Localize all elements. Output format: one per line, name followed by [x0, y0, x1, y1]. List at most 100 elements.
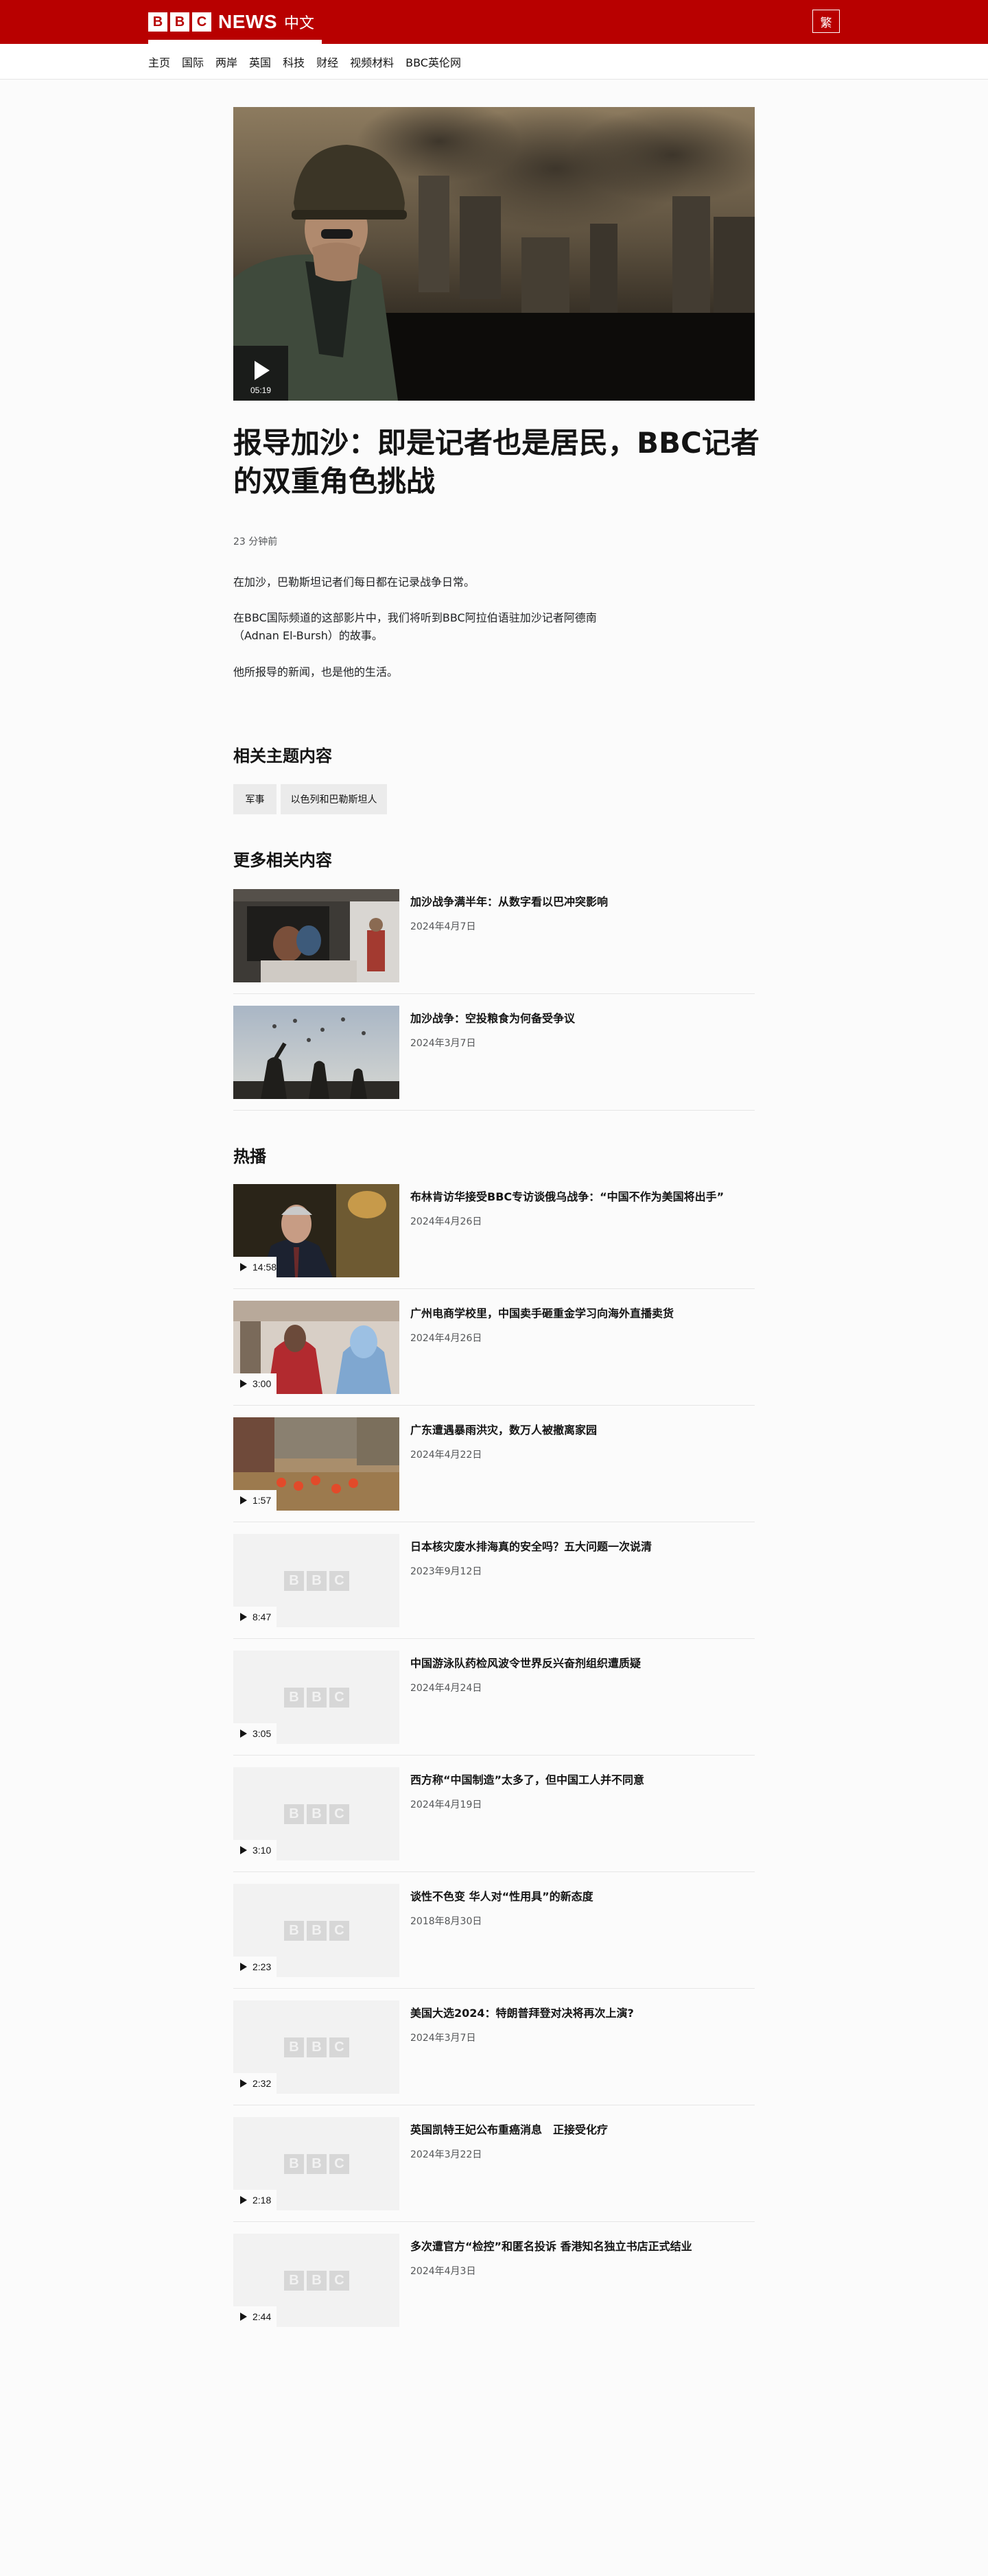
article-paragraph: 在BBC国际频道的这部影片中，我们将听到BBC阿拉伯语驻加沙记者阿德南（Adna…	[233, 611, 597, 642]
popular-video-card[interactable]: BBC 2:32 美国大选2024：特朗普拜登对决将再次上演? 2024年3月7…	[233, 2000, 755, 2105]
popular-video-card[interactable]: BBC 2:18 英国凯特王妃公布重癌消息 正接受化疗 2024年3月22日	[233, 2117, 755, 2222]
video-title[interactable]: 中国游泳队药检风波令世界反兴奋剂组织遭质疑	[410, 1656, 753, 1671]
video-duration-badge: 3:05	[233, 1723, 277, 1744]
nav-item-cross-strait[interactable]: 两岸	[215, 54, 237, 70]
video-title[interactable]: 多次遭官方“检控”和匿名投诉 香港知名独立书店正式结业	[410, 2239, 753, 2254]
video-title[interactable]: 谈性不色变 华人对“性用具”的新态度	[410, 1889, 753, 1904]
play-icon	[240, 1729, 247, 1738]
video-date: 2024年3月22日	[410, 2149, 482, 2160]
video-thumbnail-placeholder: BBC 2:44	[233, 2234, 399, 2327]
play-icon	[240, 1963, 247, 1971]
card-divider	[233, 1110, 755, 1111]
video-date: 2024年4月26日	[410, 1333, 482, 1344]
nav-list: 主页 国际 两岸 英国 科技 财经 视频材料 BBC英伦网	[148, 44, 461, 80]
popular-video-card[interactable]: BBC 2:44 多次遭官方“检控”和匿名投诉 香港知名独立书店正式结业 202…	[233, 2234, 755, 2330]
topic-tag-israel-palestine[interactable]: 以色列和巴勒斯坦人	[281, 784, 387, 814]
video-duration-badge: 3:10	[233, 1840, 277, 1860]
article-paragraph: 他所报导的新闻，也是他的生活。	[233, 665, 399, 678]
play-icon	[240, 2313, 247, 2321]
video-title[interactable]: 美国大选2024：特朗普拜登对决将再次上演?	[410, 2006, 753, 2021]
bbc-placeholder-logo: BBC	[284, 1804, 349, 1824]
bbc-placeholder-logo: BBC	[284, 1571, 349, 1591]
card-divider	[233, 1405, 755, 1406]
hero-play-button[interactable]: 05:19	[233, 346, 288, 401]
story-title[interactable]: 加沙战争：空投粮食为何备受争议	[410, 1011, 753, 1026]
article-timestamp: 23 分钟前	[233, 536, 278, 547]
play-icon	[240, 1613, 247, 1621]
play-icon	[240, 1496, 247, 1504]
related-story-card[interactable]: 加沙战争满半年：从数字看以巴冲突影响 2024年4月7日	[233, 889, 755, 994]
video-title[interactable]: 西方称“中国制造”太多了，但中国工人并不同意	[410, 1773, 753, 1788]
bbc-blocks: B B C	[148, 12, 211, 32]
related-story-card[interactable]: 加沙战争：空投粮食为何备受争议 2024年3月7日	[233, 1006, 755, 1111]
bbc-placeholder-logo: BBC	[284, 2154, 349, 2174]
nav-item-uk[interactable]: 英国	[249, 54, 271, 70]
popular-video-card[interactable]: 1:57 广东遭遇暴雨洪灾，数万人被撤离家园 2024年4月22日	[233, 1417, 755, 1522]
story-date: 2024年3月7日	[410, 1038, 476, 1049]
nav-item-technology[interactable]: 科技	[283, 54, 305, 70]
bbc-placeholder-logo: BBC	[284, 2037, 349, 2057]
bbc-placeholder-logo: BBC	[284, 1688, 349, 1708]
navigation-bar: 主页 国际 两岸 英国 科技 财经 视频材料 BBC英伦网	[0, 44, 988, 80]
popular-video-card[interactable]: BBC 3:10 西方称“中国制造”太多了，但中国工人并不同意 2024年4月1…	[233, 1767, 755, 1872]
nav-item-video[interactable]: 视频材料	[350, 54, 394, 70]
video-title[interactable]: 广东遭遇暴雨洪灾，数万人被撤离家园	[410, 1423, 753, 1438]
card-divider	[233, 1288, 755, 1289]
card-divider	[233, 1988, 755, 1989]
topic-tag-military[interactable]: 军事	[233, 784, 277, 814]
logo-block-b1: B	[148, 12, 167, 32]
video-thumbnail: 1:57	[233, 1417, 399, 1511]
video-date: 2024年3月7日	[410, 2033, 476, 2044]
video-thumbnail: 3:00	[233, 1301, 399, 1394]
video-title[interactable]: 广州电商学校里，中国卖手砸重金学习向海外直播卖货	[410, 1306, 753, 1321]
nav-item-home[interactable]: 主页	[148, 54, 170, 70]
video-thumbnail-placeholder: BBC 3:10	[233, 1767, 399, 1860]
popular-video-card[interactable]: 14:58 布林肯访华接受BBC专访谈俄乌战争：“中国不作为美国将出手” 202…	[233, 1184, 755, 1289]
card-divider	[233, 1755, 755, 1756]
card-divider	[233, 1638, 755, 1639]
popular-video-card[interactable]: 3:00 广州电商学校里，中国卖手砸重金学习向海外直播卖货 2024年4月26日	[233, 1301, 755, 1406]
play-icon	[240, 2079, 247, 2088]
logo-language-text: 中文	[284, 14, 315, 32]
logo-news-text: NEWS	[218, 11, 277, 32]
related-topics-heading: 相关主题内容	[233, 746, 332, 766]
popular-video-card[interactable]: BBC 2:23 谈性不色变 华人对“性用具”的新态度 2018年8月30日	[233, 1884, 755, 1989]
logo-block-c: C	[192, 12, 211, 32]
video-thumbnail: 14:58	[233, 1184, 399, 1277]
nav-item-finance[interactable]: 财经	[316, 54, 338, 70]
video-duration-badge: 2:32	[233, 2073, 277, 2094]
story-title[interactable]: 加沙战争满半年：从数字看以巴冲突影响	[410, 895, 753, 910]
article-headline: 报导加沙：即是记者也是居民，BBC记者的双重角色挑战	[233, 426, 760, 498]
video-title[interactable]: 英国凯特王妃公布重癌消息 正接受化疗	[410, 2123, 753, 2138]
more-related-heading: 更多相关内容	[233, 851, 332, 870]
popular-video-card[interactable]: BBC 8:47 日本核灾废水排海真的安全吗？五大问题一次说清 2023年9月1…	[233, 1534, 755, 1639]
video-thumbnail-placeholder: BBC 2:18	[233, 2117, 399, 2210]
video-date: 2024年4月3日	[410, 2266, 476, 2277]
play-icon	[240, 1263, 247, 1271]
bbc-news-logo[interactable]: B B C NEWS 中文	[148, 10, 314, 34]
play-icon	[240, 2196, 247, 2204]
video-duration-badge: 1:57	[233, 1490, 277, 1511]
video-title[interactable]: 日本核灾废水排海真的安全吗？五大问题一次说清	[410, 1539, 753, 1555]
video-duration-badge: 2:23	[233, 1957, 277, 1977]
video-title[interactable]: 布林肯访华接受BBC专访谈俄乌战争：“中国不作为美国将出手”	[410, 1190, 753, 1205]
video-thumbnail-placeholder: BBC 3:05	[233, 1651, 399, 1744]
hero-video-image	[233, 107, 755, 401]
video-date: 2024年4月26日	[410, 1216, 482, 1227]
traditional-script-toggle[interactable]: 繁	[812, 10, 840, 33]
article-paragraph: 在加沙，巴勒斯坦记者们每日都在记录战争日常。	[233, 576, 475, 589]
nav-item-bbc-britain[interactable]: BBC英伦网	[405, 54, 461, 70]
video-date: 2023年9月12日	[410, 1566, 482, 1577]
top-bar: B B C NEWS 中文 繁	[0, 0, 988, 44]
nav-item-international[interactable]: 国际	[182, 54, 204, 70]
video-duration-badge: 8:47	[233, 1607, 277, 1627]
video-date: 2024年4月24日	[410, 1683, 482, 1694]
story-thumbnail	[233, 889, 399, 982]
popular-video-card[interactable]: BBC 3:05 中国游泳队药检风波令世界反兴奋剂组织遭质疑 2024年4月24…	[233, 1651, 755, 1756]
story-thumbnail	[233, 1006, 399, 1099]
play-icon	[240, 1846, 247, 1854]
video-duration-badge: 14:58	[233, 1257, 277, 1277]
video-date: 2018年8月30日	[410, 1916, 482, 1927]
card-divider	[233, 2221, 755, 2222]
hero-video[interactable]: 05:19	[233, 107, 755, 401]
